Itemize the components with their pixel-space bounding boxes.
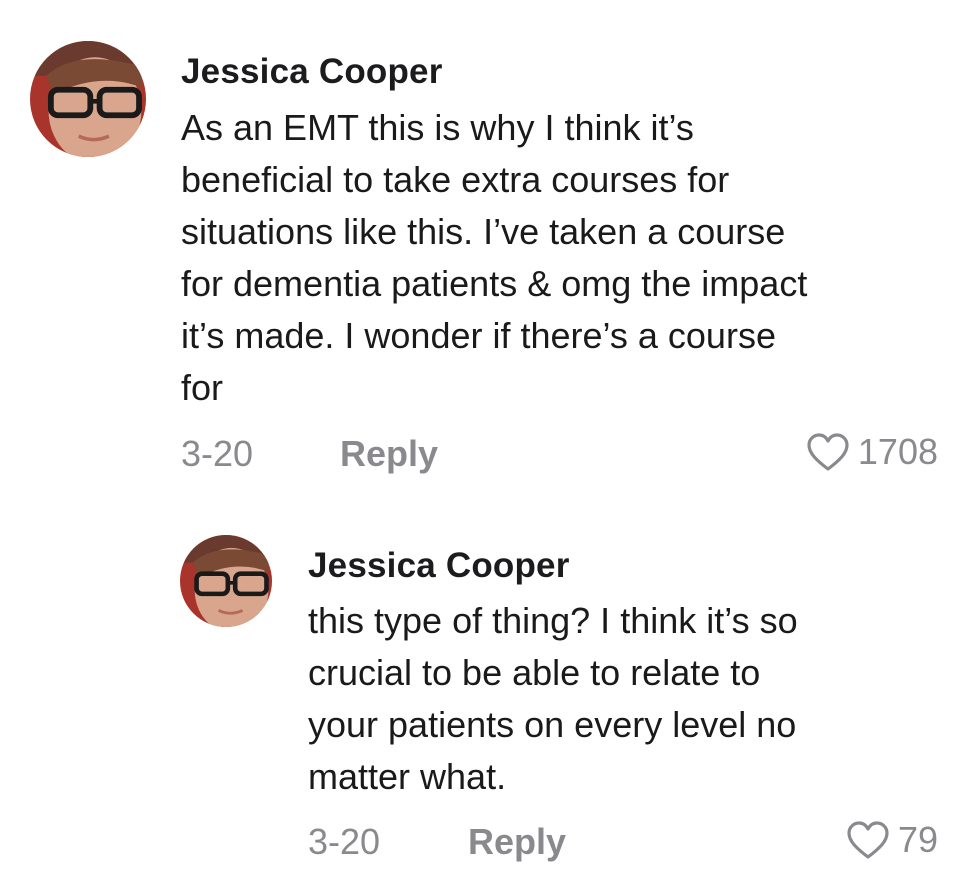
comment-username[interactable]: Jessica Cooper <box>181 52 443 92</box>
profile-photo-icon <box>30 41 146 157</box>
comment-text-line: for dementia patients & omg the impact <box>181 263 808 304</box>
like-count: 79 <box>897 819 938 860</box>
like-button[interactable]: 79 <box>846 819 938 861</box>
comment-text-line: it’s made. I wonder if there’s a course <box>181 315 776 356</box>
comment-text-line: situations like this. I’ve taken a cours… <box>181 211 786 252</box>
like-count: 1708 <box>857 431 938 472</box>
comment-date: 3-20 <box>181 433 254 474</box>
comment-text: this type of thing? I think it’s so cruc… <box>308 595 798 803</box>
comment-text: As an EMT this is why I think it’s benef… <box>181 102 807 414</box>
comment-username[interactable]: Jessica Cooper <box>308 546 570 586</box>
heart-outline-icon <box>847 821 889 859</box>
like-button[interactable]: 1708 <box>806 431 938 473</box>
reply-button[interactable]: Reply <box>468 821 566 863</box>
comment-text-line: your patients on every level no <box>308 704 797 745</box>
comment-date: 3-20 <box>308 821 381 862</box>
comment-text-line: for <box>181 367 224 408</box>
reply-button[interactable]: Reply <box>340 433 438 475</box>
avatar[interactable] <box>30 41 146 157</box>
comment-text-line: beneficial to take extra courses for <box>181 159 730 200</box>
comment-text-line: crucial to be able to relate to <box>308 652 761 693</box>
heart-outline-icon <box>807 433 849 471</box>
comment-text-line: matter what. <box>308 756 507 797</box>
comment-text-line: this type of thing? I think it’s so <box>308 600 798 641</box>
avatar[interactable] <box>180 535 272 627</box>
profile-photo-icon <box>180 535 272 627</box>
comment-text-line: As an EMT this is why I think it’s <box>181 107 694 148</box>
